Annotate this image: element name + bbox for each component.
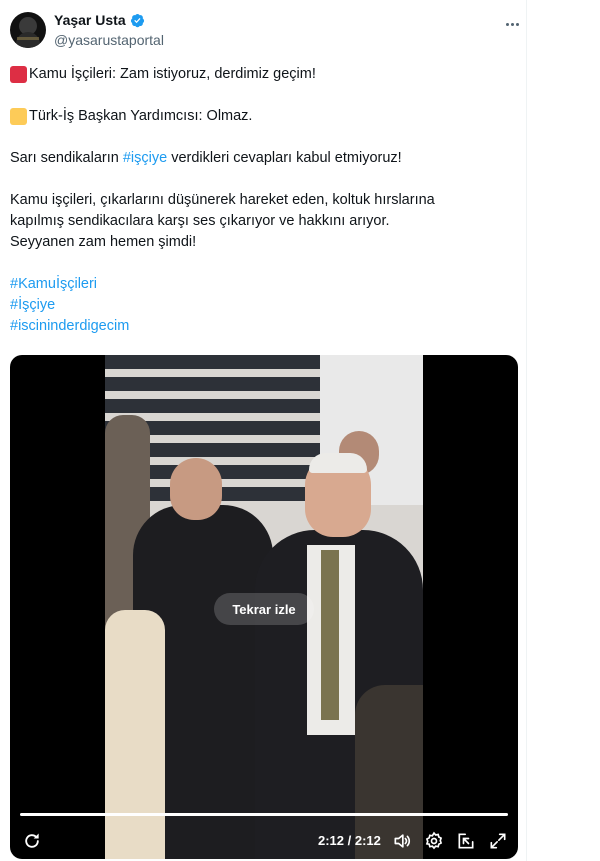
display-name[interactable]: Yaşar Usta xyxy=(54,12,126,28)
settings-gear-icon[interactable] xyxy=(424,831,444,851)
tweet-line-3-post: verdikleri cevapları kabul etmiyoruz! xyxy=(167,150,402,166)
replay-button[interactable]: Tekrar izle xyxy=(214,593,314,625)
video-controls: 2:12 / 2:12 xyxy=(10,823,518,859)
avatar[interactable] xyxy=(10,12,46,48)
hashtag-link[interactable]: #iscininderdigecim xyxy=(10,316,516,337)
verified-badge-icon xyxy=(130,13,144,27)
tweet-line-1: Kamu İşçileri: Zam istiyoruz, derdimiz g… xyxy=(10,64,516,85)
hashtag-link[interactable]: #İşçiye xyxy=(10,295,516,316)
author-name-row[interactable]: Yaşar Usta xyxy=(54,12,145,28)
video-player[interactable]: Tekrar izle 2:12 / 2:12 xyxy=(10,355,518,859)
replay-icon[interactable] xyxy=(22,831,42,851)
tweet-header: Yaşar Usta @yasarustaportal xyxy=(10,12,520,52)
hashtag-link[interactable]: #Kamuİşçileri xyxy=(10,274,516,295)
tweet-line-3: Sarı sendikaların #işçiye verdikleri cev… xyxy=(10,148,516,169)
video-time: 2:12 / 2:12 xyxy=(318,833,381,848)
red-square-emoji xyxy=(10,66,27,83)
tweet-paragraph-line: Kamu işçileri, çıkarlarını düşünerek har… xyxy=(10,192,435,208)
tweet-line-2-text: Türk-İş Başkan Yardımcısı: Olmaz. xyxy=(29,108,253,124)
volume-icon[interactable] xyxy=(392,831,412,851)
column-border xyxy=(526,0,527,861)
tweet-paragraph-line: kapılmış sendikacılara karşı ses çıkarıy… xyxy=(10,213,390,229)
tweet-text: Kamu İşçileri: Zam istiyoruz, derdimiz g… xyxy=(10,64,516,337)
tweet-line-2: Türk-İş Başkan Yardımcısı: Olmaz. xyxy=(10,106,516,127)
hashtag-link[interactable]: #işçiye xyxy=(123,148,167,169)
tweet-paragraph-line: Seyyanen zam hemen şimdi! xyxy=(10,234,197,250)
picture-in-picture-icon[interactable] xyxy=(456,831,476,851)
handle[interactable]: @yasarustaportal xyxy=(54,32,164,48)
fullscreen-icon[interactable] xyxy=(488,831,508,851)
yellow-square-emoji xyxy=(10,108,27,125)
tweet-line-3-pre: Sarı sendikaların xyxy=(10,150,123,166)
tweet-line-1-text: Kamu İşçileri: Zam istiyoruz, derdimiz g… xyxy=(29,66,316,82)
more-horizontal-icon[interactable] xyxy=(502,14,522,34)
video-progress-bar[interactable] xyxy=(20,813,508,816)
